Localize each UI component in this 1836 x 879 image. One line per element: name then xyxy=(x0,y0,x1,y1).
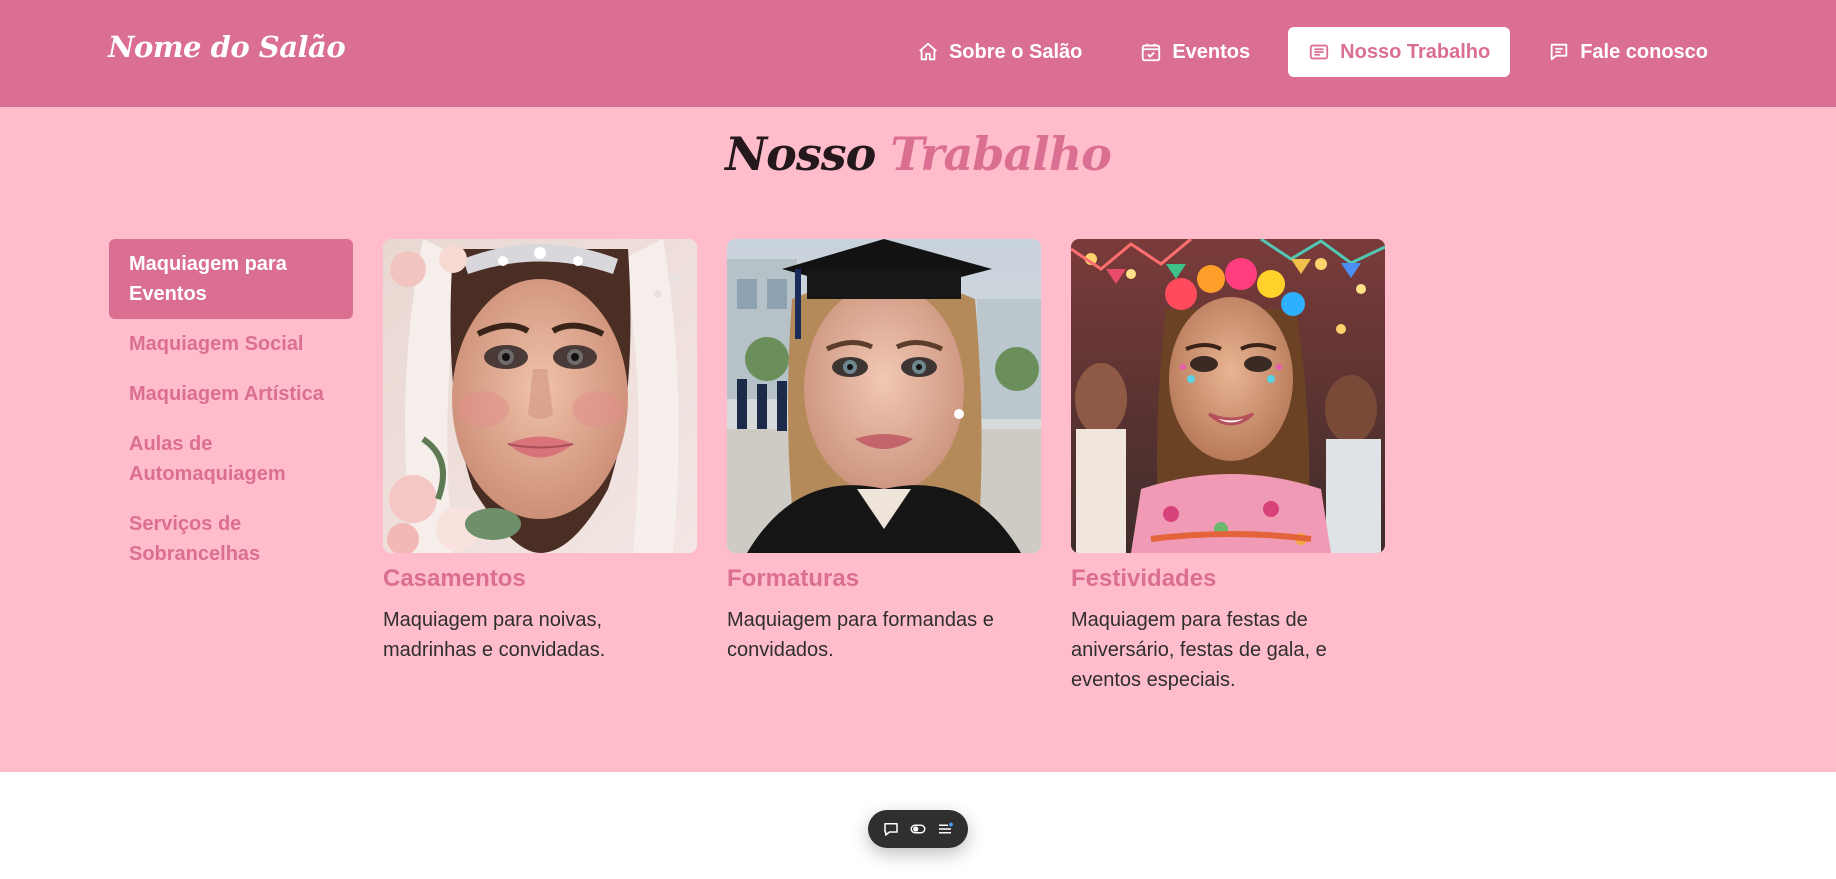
nav-label: Sobre o Salão xyxy=(948,40,1083,63)
floating-toolbar xyxy=(868,810,968,848)
section-title-part1: Nosso xyxy=(725,127,876,181)
card-description: Maquiagem para festas de aniversário, fe… xyxy=(1071,609,1327,691)
home-icon xyxy=(919,42,937,61)
card-image-festival xyxy=(1071,239,1385,553)
sidebar-item-sobrancelhas[interactable]: Serviços de Sobrancelhas xyxy=(109,499,353,579)
card-description: Maquiagem para noivas, madrinhas e convi… xyxy=(383,609,606,661)
card-festividades: Festividades Maquiagem para festas de an… xyxy=(1071,239,1385,695)
section-title: Nosso Trabalho xyxy=(0,127,1836,181)
newspaper-icon xyxy=(1309,44,1329,60)
menu-icon[interactable] xyxy=(935,819,955,839)
card-casamentos: Casamentos Maquiagem para noivas, madrin… xyxy=(383,239,697,665)
brand-logo[interactable]: Nome do Salão xyxy=(108,30,346,64)
comment-icon[interactable] xyxy=(881,819,901,839)
nav-item-sobre[interactable]: Sobre o Salão xyxy=(897,27,1102,77)
bride-portrait-image xyxy=(383,239,697,553)
calendar-check-icon xyxy=(1142,43,1161,62)
card-title: Festividades xyxy=(1071,565,1217,592)
sidebar-item-social[interactable]: Maquiagem Social xyxy=(109,319,353,369)
category-sidebar: Maquiagem para Eventos Maquiagem Social … xyxy=(109,239,353,579)
nav-item-eventos[interactable]: Eventos xyxy=(1120,27,1270,77)
sidebar-item-artistica[interactable]: Maquiagem Artística xyxy=(109,369,353,419)
card-title: Casamentos xyxy=(383,565,526,592)
toggle-icon[interactable] xyxy=(908,819,928,839)
card-title: Formaturas xyxy=(727,565,860,592)
nav-item-nosso-trabalho[interactable]: Nosso Trabalho xyxy=(1288,27,1511,77)
card-formaturas: Formaturas Maquiagem para formandas e co… xyxy=(727,239,1041,665)
chat-icon xyxy=(1550,43,1568,61)
sidebar-item-eventos[interactable]: Maquiagem para Eventos xyxy=(109,239,353,319)
card-image-bride xyxy=(383,239,697,553)
nav-label: Nosso Trabalho xyxy=(1340,40,1491,63)
work-section: Nosso Trabalho Maquiagem para Eventos Ma… xyxy=(0,107,1836,772)
site-header: Nome do Salão Sobre o Salão Eventos Noss… xyxy=(0,0,1836,107)
card-description: Maquiagem para formandas e convidados. xyxy=(727,609,994,661)
card-image-graduate xyxy=(727,239,1041,553)
sidebar-item-automaquiagem[interactable]: Aulas de Automaquiagem xyxy=(109,419,353,499)
nav-label: Fale conosco xyxy=(1580,40,1708,63)
main-nav: Sobre o Salão Eventos Nosso Trabalho Fal… xyxy=(897,27,1728,77)
graduate-portrait-image xyxy=(727,239,1041,553)
section-title-part2: Trabalho xyxy=(890,127,1111,181)
festival-portrait-image xyxy=(1071,239,1385,553)
nav-label: Eventos xyxy=(1172,40,1251,63)
nav-item-fale-conosco[interactable]: Fale conosco xyxy=(1528,27,1728,77)
